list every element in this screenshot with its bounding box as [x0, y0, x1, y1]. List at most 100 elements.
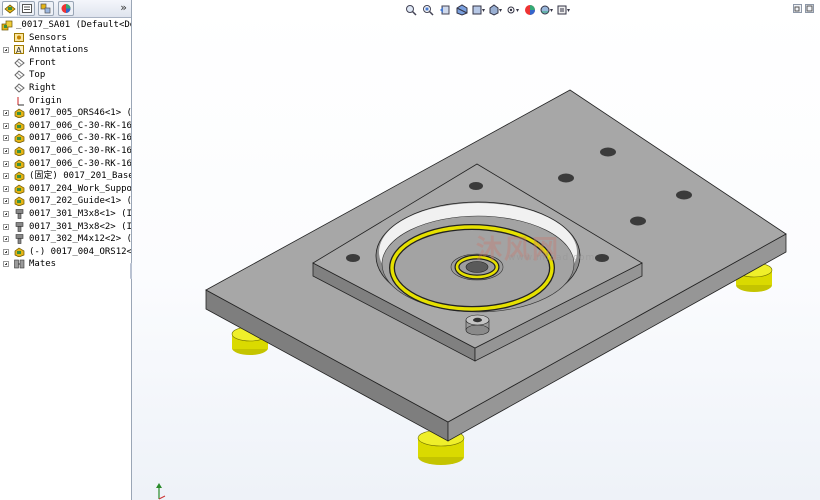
tree-item[interactable]: 0017_005_ORS46<1> (De — [0, 107, 131, 120]
expand-toggle-icon[interactable] — [3, 261, 9, 268]
tree-item[interactable]: Top — [0, 69, 131, 82]
mounting-hole — [558, 173, 574, 183]
expand-panel-button[interactable]: » — [120, 1, 127, 14]
expand-toggle-icon[interactable] — [3, 210, 9, 217]
part-icon — [14, 146, 25, 157]
view-orientation-icon[interactable] — [472, 3, 486, 17]
svg-text:A: A — [16, 46, 22, 55]
tree-item[interactable]: 0017_006_C-30-RK-16<2 — [0, 132, 131, 145]
reference-triad-icon — [156, 483, 166, 500]
part-icon — [14, 196, 25, 207]
tree-item[interactable]: 0017_006_C-30-RK-16<4 — [0, 158, 131, 171]
window-buttons — [793, 4, 814, 13]
restore-icon[interactable] — [793, 4, 802, 13]
guide-hole — [346, 254, 360, 262]
feature-manager-icon[interactable] — [2, 1, 18, 16]
view-settings-icon[interactable] — [557, 3, 571, 17]
part-icon — [14, 133, 25, 144]
expand-toggle-icon[interactable] — [3, 135, 9, 142]
display-manager-icon[interactable] — [58, 1, 74, 16]
tree-item-label: 0017_006_C-30-RK-16<4 — [29, 158, 132, 169]
zoom-to-fit-icon[interactable] — [404, 3, 418, 17]
display-style-icon[interactable] — [489, 3, 503, 17]
tree-item[interactable]: 0017_301_M3x8<2> (ISO — [0, 221, 131, 234]
heads-up-view-toolbar — [404, 3, 571, 17]
feature-tree: _0017_SA01 (Default<Default Sensors A Annot… — [0, 19, 131, 271]
property-manager-icon[interactable] — [19, 1, 35, 16]
guide-hole — [469, 182, 483, 190]
assembly-icon — [1, 20, 13, 31]
expand-toggle-icon[interactable] — [3, 110, 9, 117]
plane-icon — [14, 58, 25, 68]
expand-toggle-icon[interactable] — [3, 147, 9, 154]
section-view-icon[interactable] — [455, 3, 469, 17]
apply-scene-icon[interactable] — [540, 3, 554, 17]
tree-item-label: (固定) 0017_201_Base_ — [29, 171, 132, 182]
socket-head-screw — [465, 324, 490, 336]
mounting-hole — [630, 216, 646, 226]
tree-item[interactable]: (-) 0017_004_ORS12<1> — [0, 246, 131, 259]
tree-item-label: 0017_006_C-30-RK-16<3 — [29, 145, 132, 156]
tree-item[interactable]: 0017_006_C-30-RK-16<3 — [0, 145, 131, 158]
expand-toggle-icon[interactable] — [3, 173, 9, 180]
tree-item[interactable]: 0017_302_M4x12<2> (IS — [0, 233, 131, 246]
hide-show-items-icon[interactable] — [506, 3, 520, 17]
edit-appearance-icon[interactable] — [523, 3, 537, 17]
tree-item[interactable]: 0017_202_Guide<1> (De — [0, 195, 131, 208]
configuration-manager-icon[interactable] — [38, 1, 54, 16]
tree-item-label: Origin — [29, 95, 62, 106]
maximize-icon[interactable] — [805, 4, 814, 13]
tree-item-label: Mates — [29, 259, 57, 270]
tree-item-label: 0017_302_M4x12<2> (IS — [29, 234, 132, 245]
plane-icon — [14, 83, 25, 93]
tree-item-label: 0017_202_Guide<1> (De — [29, 196, 132, 207]
tree-item-label: 0017_005_ORS46<1> (De — [29, 108, 132, 119]
tree-item-label: 0017_006_C-30-RK-16<2 — [29, 133, 132, 144]
tree-item[interactable]: 0017_301_M3x8<1> (ISO — [0, 208, 131, 221]
tree-item-label: 0017_204_Work_Support — [29, 183, 132, 194]
tree-root-assembly[interactable]: _0017_SA01 (Default<Default — [0, 19, 131, 32]
manager-tabs: » — [0, 0, 131, 18]
tree-item-label: 0017_006_C-30-RK-16<1 — [29, 120, 132, 131]
plane-icon — [14, 70, 25, 81]
tree-item[interactable]: Origin — [0, 95, 131, 108]
tree-item[interactable]: 0017_006_C-30-RK-16<1 — [0, 120, 131, 133]
tree-item-label: Top — [29, 70, 46, 81]
origin-icon — [14, 96, 25, 106]
socket-head-screw — [473, 317, 482, 323]
tree-item-label: Sensors — [29, 32, 67, 43]
guide-hole — [595, 254, 609, 262]
tree-item[interactable]: Mates — [0, 258, 131, 271]
part-icon — [14, 184, 25, 195]
expand-toggle-icon[interactable] — [3, 198, 9, 205]
expand-toggle-icon[interactable] — [3, 160, 9, 167]
expand-toggle-icon[interactable] — [3, 223, 9, 230]
tree-item-label: Front — [29, 57, 57, 68]
tree-item[interactable]: (固定) 0017_201_Base_ — [0, 170, 131, 183]
screw-icon — [14, 221, 25, 232]
tree-item[interactable]: 0017_204_Work_Support — [0, 183, 131, 196]
tree-item[interactable]: A Annotations — [0, 44, 131, 57]
annotations-icon: A — [14, 45, 25, 55]
tree-item-label: Right — [29, 82, 57, 93]
part-icon — [14, 121, 25, 132]
previous-view-icon[interactable] — [438, 3, 452, 17]
expand-toggle-icon[interactable] — [3, 185, 9, 192]
part-icon — [14, 108, 25, 119]
tree-item-label: 0017_301_M3x8<2> (ISO — [29, 221, 132, 232]
zoom-to-area-icon[interactable] — [421, 3, 435, 17]
watermark: 沐风网 www.mfcad.com — [476, 235, 596, 265]
tree-item[interactable]: Right — [0, 82, 131, 95]
screw-icon — [14, 209, 25, 219]
tree-item[interactable]: Sensors — [0, 32, 131, 45]
mounting-hole — [676, 190, 692, 200]
tree-item-label: Annotations — [29, 45, 89, 56]
expand-toggle-icon[interactable] — [3, 236, 9, 243]
expand-toggle-icon[interactable] — [3, 47, 9, 54]
expand-toggle-icon[interactable] — [3, 248, 9, 255]
graphics-area[interactable]: 沐风网 www.mfcad.com — [132, 0, 820, 500]
sensors-icon — [14, 32, 25, 43]
expand-toggle-icon[interactable] — [3, 122, 9, 129]
mates-icon — [14, 259, 25, 269]
tree-item[interactable]: Front — [0, 57, 131, 70]
